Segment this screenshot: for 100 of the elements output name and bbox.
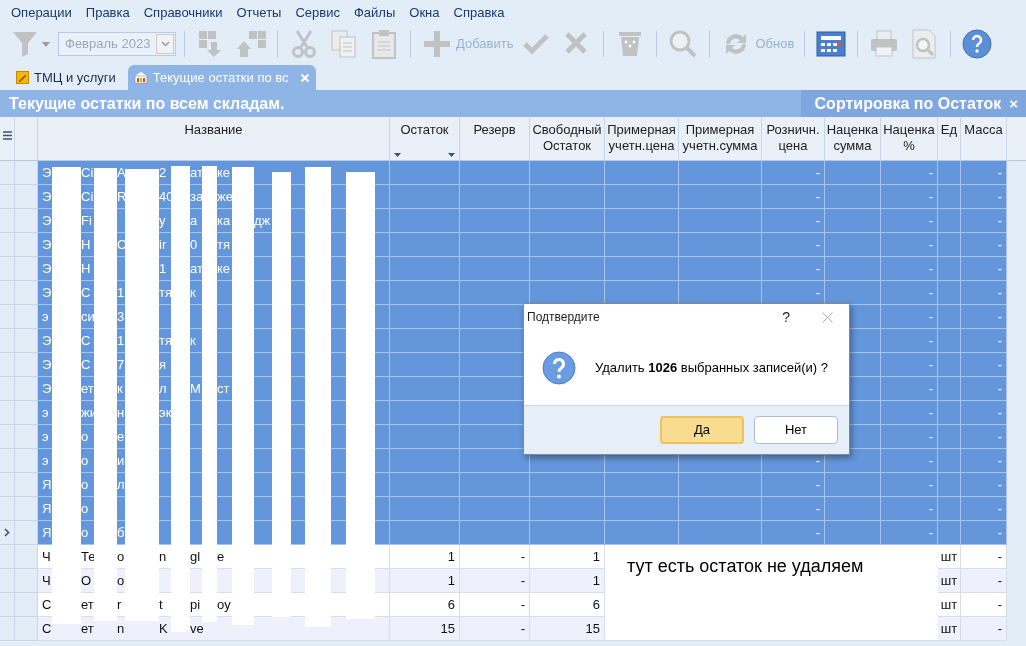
table-cell: шт [938,545,961,569]
row-header-cell[interactable] [0,569,15,593]
menu-item[interactable]: Правка [85,2,130,23]
row-header-cell[interactable] [0,305,15,329]
menu-item[interactable]: Отчеты [236,2,282,23]
close-icon[interactable] [822,311,833,323]
table-cell: 1 [390,545,460,569]
table-cell: - [762,521,825,545]
name-fragment: же [217,189,233,205]
name-fragment: t [159,597,163,613]
name-fragment: Fi [81,213,92,229]
row-header-cell[interactable] [15,401,38,425]
row-header-cell[interactable] [15,617,38,641]
table-cell [825,233,881,257]
column-header[interactable]: Масса [961,117,1007,160]
filter-arrow-icon[interactable] [448,153,455,157]
table-cell: - [881,401,938,425]
help-button[interactable]: ? [782,306,790,328]
name-fragment: ет [81,597,94,613]
row-header-cell[interactable] [0,617,15,641]
row-header-cell[interactable] [15,377,38,401]
name-fragment: о [117,573,125,589]
row-header-cell[interactable] [15,449,38,473]
row-header-cell[interactable] [15,497,38,521]
menu-item[interactable]: Справка [453,2,505,23]
row-header-cell[interactable] [15,521,38,545]
name-fragment: и [117,453,125,469]
column-header[interactable]: Название [38,117,390,160]
row-header-cell[interactable] [15,329,38,353]
menu-item[interactable]: Сервис [295,2,340,23]
row-header-cell[interactable] [0,185,15,209]
column-header[interactable]: Ед [938,117,961,160]
table-cell: - [961,257,1007,281]
name-fragment: б [117,525,125,541]
dialog-title: Подтвердите [527,309,601,326]
name-fragment: n [159,549,167,565]
row-header-cell[interactable] [15,209,38,233]
menu-item[interactable]: Окна [409,2,440,23]
row-header-cell[interactable] [0,233,15,257]
row-header-cell[interactable] [0,545,15,569]
row-header-cell[interactable] [0,497,15,521]
menu-item[interactable]: Справочники [143,2,223,23]
table-cell: - [460,569,530,593]
row-header-cell[interactable] [15,281,38,305]
table-cell: - [961,185,1007,209]
name-fragment: 1 [117,285,125,301]
row-header-cell[interactable] [0,257,15,281]
sort-arrow-icon[interactable] [394,153,401,157]
column-header[interactable]: Розничн. цена [762,117,825,160]
row-header-cell[interactable] [15,425,38,449]
row-header-cell[interactable] [15,473,38,497]
menu-item[interactable]: Файлы [353,2,396,23]
row-header-cell[interactable] [15,185,38,209]
menu-item[interactable]: Операции [11,2,72,23]
row-header-cell[interactable] [0,377,15,401]
name-fragment: за [190,189,204,205]
table-cell: 6 [530,593,605,617]
column-header[interactable]: Примерная учетн.сумма [679,117,762,160]
row-header-cell[interactable] [15,161,38,185]
row-header-cell[interactable] [0,401,15,425]
row-header-cell[interactable] [0,209,15,233]
row-header-cell[interactable] [0,353,15,377]
row-header-cell[interactable] [0,425,15,449]
table-cell: - [762,233,825,257]
table-cell [825,185,881,209]
name-fragment: л [117,477,125,493]
table-cell: - [961,233,1007,257]
row-header-cell[interactable] [0,473,15,497]
name-fragment: о [81,429,89,445]
row-header-cell[interactable] [15,353,38,377]
column-header[interactable]: Наценка сумма [825,117,881,160]
table-cell: - [881,257,938,281]
table-cell: 6 [390,593,460,617]
dialog-button[interactable]: Да [660,416,744,444]
row-header-cell[interactable] [15,305,38,329]
row-header-cell[interactable] [0,329,15,353]
table-cell [938,497,961,521]
table-cell: - [881,425,938,449]
row-header-cell[interactable] [15,545,38,569]
menu-icon[interactable] [2,131,12,140]
row-header-cell[interactable] [0,593,15,617]
dialog-button[interactable]: Нет [754,416,838,444]
column-header[interactable]: Свободный Остаток [530,117,605,160]
row-header-cell[interactable] [0,521,15,545]
row-header-cell[interactable] [0,281,15,305]
row-header-cell[interactable] [15,569,38,593]
table-cell: - [460,593,530,617]
name-fragment: си [81,309,95,325]
table-cell [825,497,881,521]
row-header-cell[interactable] [15,257,38,281]
row-header-cell[interactable] [15,233,38,257]
column-header[interactable]: Остаток [390,117,460,160]
name-fragment: Э [42,381,52,397]
row-header-cell[interactable] [0,449,15,473]
column-header[interactable]: Примерная учетн.цена [605,117,679,160]
column-header[interactable]: Резерв [460,117,530,160]
row-header-cell[interactable] [15,593,38,617]
tab[interactable]: ТМЦ и услуги [10,65,122,90]
column-header[interactable]: Наценка % [881,117,938,160]
row-header-cell[interactable] [0,161,15,185]
